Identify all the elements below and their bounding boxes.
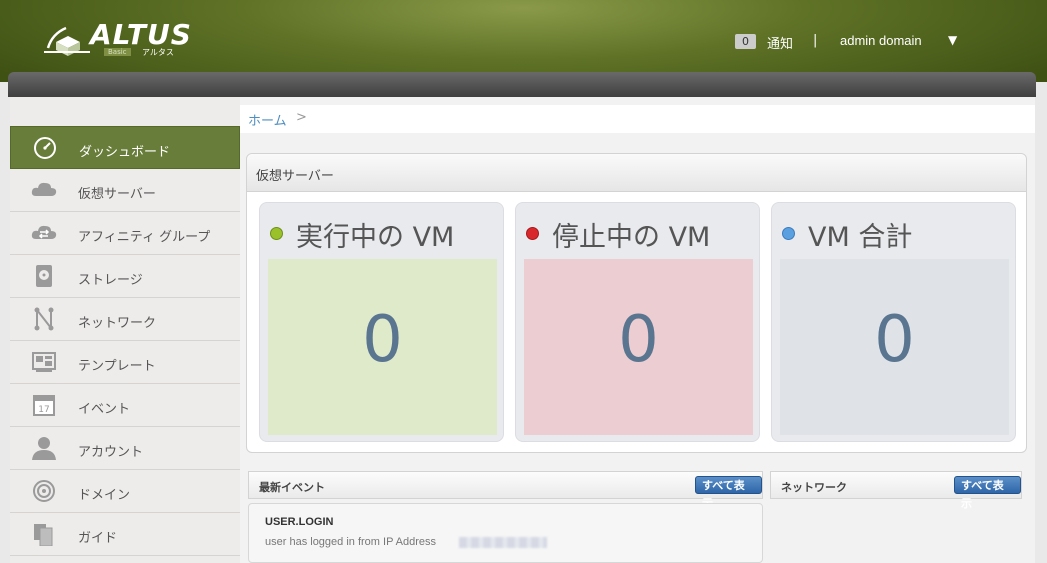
- sidebar-item-network[interactable]: ネットワーク: [10, 298, 240, 341]
- breadcrumb-home-link[interactable]: ホーム: [248, 110, 287, 129]
- altus-logo[interactable]: ALTUS Basic アルタス: [42, 18, 191, 58]
- sidebar-item-label: 仮想サーバー: [78, 187, 156, 202]
- template-icon: [32, 352, 56, 372]
- card-title: 実行中の VM: [296, 222, 455, 253]
- sidebar-item-templates[interactable]: テンプレート: [10, 341, 240, 384]
- network-panel: ネットワーク すべて表示: [770, 471, 1022, 510]
- sidebar-item-virtual-servers[interactable]: 仮想サーバー: [10, 169, 240, 212]
- logo-edition: Basic: [104, 48, 131, 56]
- svg-text:17: 17: [38, 405, 49, 415]
- sidebar-item-domains[interactable]: ドメイン: [10, 470, 240, 513]
- card-title: 停止中の VM: [552, 222, 711, 253]
- status-dot-total: [782, 227, 795, 240]
- sidebar-item-label: ネットワーク: [78, 316, 157, 331]
- network-icon: [34, 307, 54, 331]
- sidebar-item-affinity-groups[interactable]: アフィニティ グループ: [10, 212, 240, 255]
- domain-target-icon: [33, 480, 55, 502]
- running-vm-count: 0: [362, 303, 403, 377]
- cloud-icon: [31, 182, 57, 196]
- sidebar-item-label: ガイド: [78, 531, 118, 546]
- network-view-all-button[interactable]: すべて表示: [954, 476, 1021, 510]
- event-description: user has logged in from IP Address: [265, 536, 437, 548]
- panel-title: ネットワーク: [781, 481, 847, 494]
- event-type: USER.LOGIN: [265, 516, 334, 528]
- user-menu-name[interactable]: admin domain: [840, 33, 922, 48]
- sidebar-item-label: ダッシュボード: [79, 145, 171, 160]
- notification-count-badge[interactable]: 0: [735, 34, 756, 49]
- card-count-box: 0: [268, 259, 497, 435]
- list-item[interactable]: USER.LOGIN user has logged in from IP Ad…: [248, 503, 763, 563]
- status-dot-running: [270, 227, 283, 240]
- logo-cube-icon: [44, 26, 90, 56]
- logo-kana: アルタス: [142, 48, 174, 57]
- breadcrumb: ホーム >: [240, 105, 1035, 133]
- sidebar-item-label: アフィニティ グループ: [78, 230, 211, 245]
- panel-header: 仮想サーバー: [247, 154, 1026, 192]
- dashboard-icon: [34, 137, 56, 159]
- sidebar-item-guide[interactable]: ガイド: [10, 513, 240, 556]
- virtual-server-panel: 仮想サーバー 実行中の VM 0 停止中の VM 0 VM 合計 0: [246, 153, 1027, 453]
- total-vm-card[interactable]: VM 合計 0: [771, 202, 1016, 442]
- header-separator: |: [813, 33, 818, 48]
- logo-text: ALTUS: [90, 18, 192, 51]
- sidebar-item-storage[interactable]: ストレージ: [10, 255, 240, 298]
- recent-events-panel: 最新イベント すべて表示: [248, 471, 763, 510]
- breadcrumb-separator: >: [296, 110, 307, 125]
- sidebar-item-label: ストレージ: [78, 273, 143, 288]
- main-content: ホーム > 仮想サーバー 実行中の VM 0 停止中の VM 0 VM 合計 0: [240, 97, 1035, 563]
- notification-link[interactable]: 通知: [767, 33, 793, 52]
- total-vm-count: 0: [874, 303, 915, 377]
- events-view-all-button[interactable]: すべて表示: [695, 476, 762, 510]
- stopped-vm-count: 0: [618, 303, 659, 377]
- running-vm-card[interactable]: 実行中の VM 0: [259, 202, 504, 442]
- top-toolbar: [8, 72, 1036, 97]
- chevron-down-icon[interactable]: ▼: [948, 33, 957, 47]
- panel-title: 最新イベント: [259, 481, 325, 494]
- card-title: VM 合計: [808, 222, 913, 253]
- sidebar-item-label: イベント: [78, 402, 131, 417]
- stopped-vm-card[interactable]: 停止中の VM 0: [515, 202, 760, 442]
- card-count-box: 0: [780, 259, 1009, 435]
- sidebar-item-dashboard[interactable]: ダッシュボード: [10, 126, 240, 169]
- sidebar-item-events[interactable]: 17 イベント: [10, 384, 240, 427]
- guide-icon: [34, 524, 53, 546]
- sidebar-item-label: テンプレート: [78, 359, 156, 374]
- sidebar-item-accounts[interactable]: アカウント: [10, 427, 240, 470]
- sidebar-nav: ダッシュボード 仮想サーバー アフィニティ グループ ストレージ ネットワーク: [10, 97, 240, 563]
- redacted-ip-address: [459, 537, 547, 548]
- storage-disk-icon: [36, 265, 52, 287]
- sidebar-item-label: アカウント: [78, 445, 144, 460]
- calendar-icon: 17: [33, 395, 55, 416]
- app-header: ALTUS Basic アルタス 0 通知 | admin domain ▼: [0, 0, 1047, 82]
- card-count-box: 0: [524, 259, 753, 435]
- panel-title: 仮想サーバー: [256, 169, 334, 184]
- status-dot-stopped: [526, 227, 539, 240]
- sidebar-item-label: ドメイン: [78, 488, 131, 503]
- user-icon: [32, 437, 56, 460]
- cloud-sync-icon: [31, 225, 57, 239]
